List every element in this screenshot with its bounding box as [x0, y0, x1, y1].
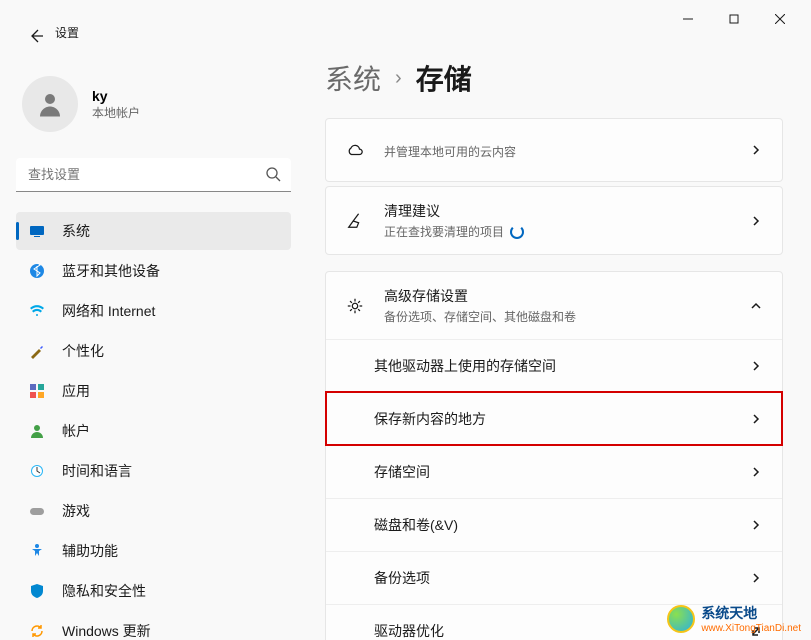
breadcrumb-root[interactable]: 系统: [325, 58, 381, 98]
nav-label: 帐户: [62, 421, 90, 441]
sub-item-other-drives[interactable]: 其他驱动器上使用的存储空间: [326, 339, 782, 392]
external-link-icon: [748, 623, 764, 639]
nav-label: 时间和语言: [62, 461, 132, 481]
close-button[interactable]: [757, 4, 803, 36]
minimize-button[interactable]: [665, 4, 711, 36]
chevron-right-icon: [748, 142, 764, 158]
close-icon: [775, 11, 785, 29]
cleanup-title: 清理建议: [384, 201, 748, 221]
app-title: 设置: [55, 24, 79, 41]
nav-gaming[interactable]: 游戏: [16, 492, 291, 530]
nav-system[interactable]: 系统: [16, 212, 291, 250]
sub-item-disks-volumes[interactable]: 磁盘和卷(&V): [326, 498, 782, 551]
nav-time[interactable]: 时间和语言: [16, 452, 291, 490]
sidebar: ky 本地帐户 系统 蓝牙和其他设备 网络和 In: [0, 40, 305, 640]
broom-icon: [344, 212, 366, 230]
nav-accounts[interactable]: 帐户: [16, 412, 291, 450]
chevron-up-icon: [748, 298, 764, 314]
brush-icon: [28, 342, 46, 360]
back-button[interactable]: [18, 18, 54, 54]
gear-icon: [344, 297, 366, 315]
sub-label: 驱动器优化: [374, 621, 444, 640]
content-area: 系统 › 存储 并管理本地可用的云内容 清理建议: [305, 40, 811, 640]
chevron-right-icon: [748, 517, 764, 533]
back-arrow-icon: [28, 28, 44, 44]
advanced-subtitle: 备份选项、存储空间、其他磁盘和卷: [384, 308, 748, 325]
bluetooth-icon: [28, 262, 46, 280]
chevron-right-icon: ›: [395, 67, 402, 90]
search-icon: [265, 166, 281, 187]
sub-item-drive-optimization[interactable]: 驱动器优化: [326, 604, 782, 640]
nav-update[interactable]: Windows 更新: [16, 612, 291, 640]
sub-label: 备份选项: [374, 568, 430, 588]
nav-label: 个性化: [62, 341, 104, 361]
nav-apps[interactable]: 应用: [16, 372, 291, 410]
breadcrumb: 系统 › 存储: [325, 58, 783, 98]
cleanup-recommendations-card[interactable]: 清理建议 正在查找要清理的项目: [325, 186, 783, 255]
nav-privacy[interactable]: 隐私和安全性: [16, 572, 291, 610]
nav-label: 应用: [62, 381, 90, 401]
nav-menu: 系统 蓝牙和其他设备 网络和 Internet 个性化 应用: [16, 212, 305, 640]
advanced-storage-header[interactable]: 高级存储设置 备份选项、存储空间、其他磁盘和卷: [326, 272, 782, 339]
loading-spinner-icon: [510, 225, 524, 239]
nav-label: 网络和 Internet: [62, 301, 155, 321]
sub-label: 磁盘和卷(&V): [374, 515, 458, 535]
update-icon: [28, 622, 46, 640]
nav-label: Windows 更新: [62, 621, 151, 640]
maximize-button[interactable]: [711, 4, 757, 36]
nav-label: 系统: [62, 221, 90, 241]
titlebar: [0, 0, 811, 40]
nav-label: 游戏: [62, 501, 90, 521]
maximize-icon: [729, 11, 739, 29]
settings-window: 设置 ky 本地帐户 系统: [0, 0, 811, 640]
chevron-right-icon: [748, 358, 764, 374]
search-input[interactable]: [16, 158, 291, 192]
advanced-title: 高级存储设置: [384, 286, 748, 306]
nav-personalization[interactable]: 个性化: [16, 332, 291, 370]
chevron-right-icon: [748, 570, 764, 586]
sub-label: 存储空间: [374, 462, 430, 482]
user-block[interactable]: ky 本地帐户: [16, 56, 305, 152]
cloud-content-card[interactable]: 并管理本地可用的云内容: [325, 118, 783, 182]
wifi-icon: [28, 302, 46, 320]
minimize-icon: [683, 11, 693, 29]
chevron-right-icon: [748, 213, 764, 229]
sub-item-backup-options[interactable]: 备份选项: [326, 551, 782, 604]
avatar: [22, 76, 78, 132]
nav-label: 辅助功能: [62, 541, 118, 561]
cloud-content-subtitle: 并管理本地可用的云内容: [384, 143, 748, 160]
sub-label: 保存新内容的地方: [374, 409, 486, 429]
user-name: ky: [92, 88, 140, 104]
clock-icon: [28, 462, 46, 480]
accessibility-icon: [28, 542, 46, 560]
shield-icon: [28, 582, 46, 600]
breadcrumb-leaf: 存储: [416, 58, 472, 98]
user-icon: [35, 89, 65, 119]
nav-accessibility[interactable]: 辅助功能: [16, 532, 291, 570]
nav-network[interactable]: 网络和 Internet: [16, 292, 291, 330]
chevron-right-icon: [748, 411, 764, 427]
sub-label: 其他驱动器上使用的存储空间: [374, 356, 556, 376]
apps-icon: [28, 382, 46, 400]
system-icon: [28, 222, 46, 240]
gamepad-icon: [28, 502, 46, 520]
cleanup-subtitle: 正在查找要清理的项目: [384, 223, 504, 240]
advanced-storage-card: 高级存储设置 备份选项、存储空间、其他磁盘和卷 其他驱动器上使用的存储空间 保存…: [325, 271, 783, 640]
cloud-icon: [344, 141, 366, 159]
chevron-right-icon: [748, 464, 764, 480]
nav-label: 蓝牙和其他设备: [62, 261, 160, 281]
sub-item-storage-spaces[interactable]: 存储空间: [326, 445, 782, 498]
account-icon: [28, 422, 46, 440]
nav-bluetooth[interactable]: 蓝牙和其他设备: [16, 252, 291, 290]
user-type: 本地帐户: [92, 104, 140, 121]
advanced-sub-list: 其他驱动器上使用的存储空间 保存新内容的地方 存储空间 磁盘和卷(&V): [326, 339, 782, 640]
nav-label: 隐私和安全性: [62, 581, 146, 601]
search-wrap: [16, 158, 291, 192]
sub-item-save-locations[interactable]: 保存新内容的地方: [326, 392, 782, 445]
